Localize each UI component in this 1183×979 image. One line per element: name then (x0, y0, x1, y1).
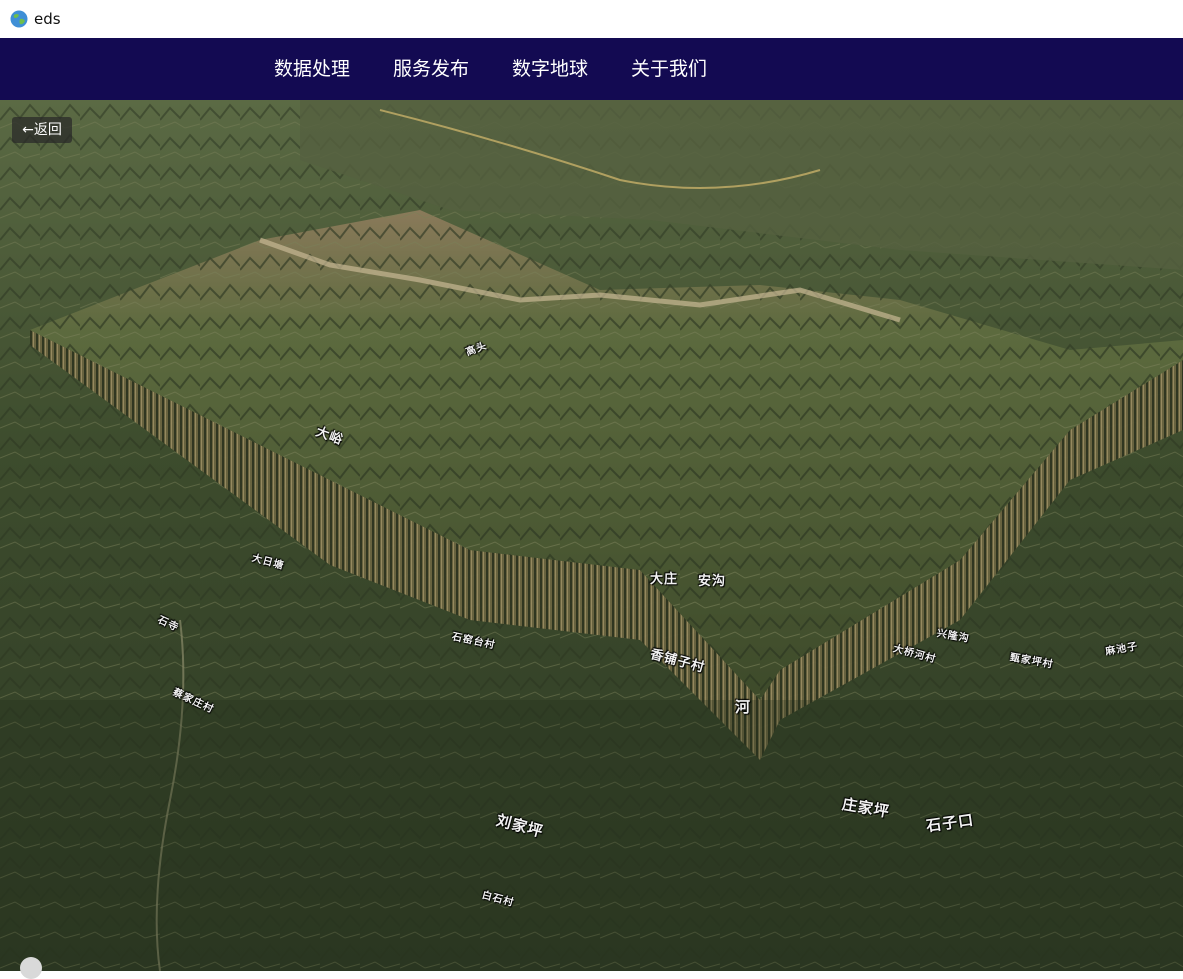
map-label: 大庄 (650, 572, 679, 587)
terrain-scene (0, 100, 1183, 971)
window-title: eds (34, 10, 61, 28)
nav-data-processing[interactable]: 数据处理 (274, 57, 350, 81)
map-label: 安沟 (698, 574, 727, 589)
map-viewport[interactable]: 大峪 大庄 安沟 香铺子村 石窑台村 河 刘家坪 庄家坪 石子口 大桥河村 兴隆… (0, 100, 1183, 971)
nav-digital-earth[interactable]: 数字地球 (512, 57, 588, 81)
globe-icon (10, 10, 28, 28)
window-titlebar: eds (0, 0, 1183, 38)
back-button[interactable]: ←返回 (12, 117, 72, 143)
nav-about-us[interactable]: 关于我们 (631, 57, 707, 81)
top-nav: 数据处理 服务发布 数字地球 关于我们 (0, 38, 1183, 100)
navigation-handle-icon[interactable] (20, 957, 42, 979)
map-label: 河 (735, 698, 752, 716)
nav-service-publish[interactable]: 服务发布 (393, 57, 469, 81)
